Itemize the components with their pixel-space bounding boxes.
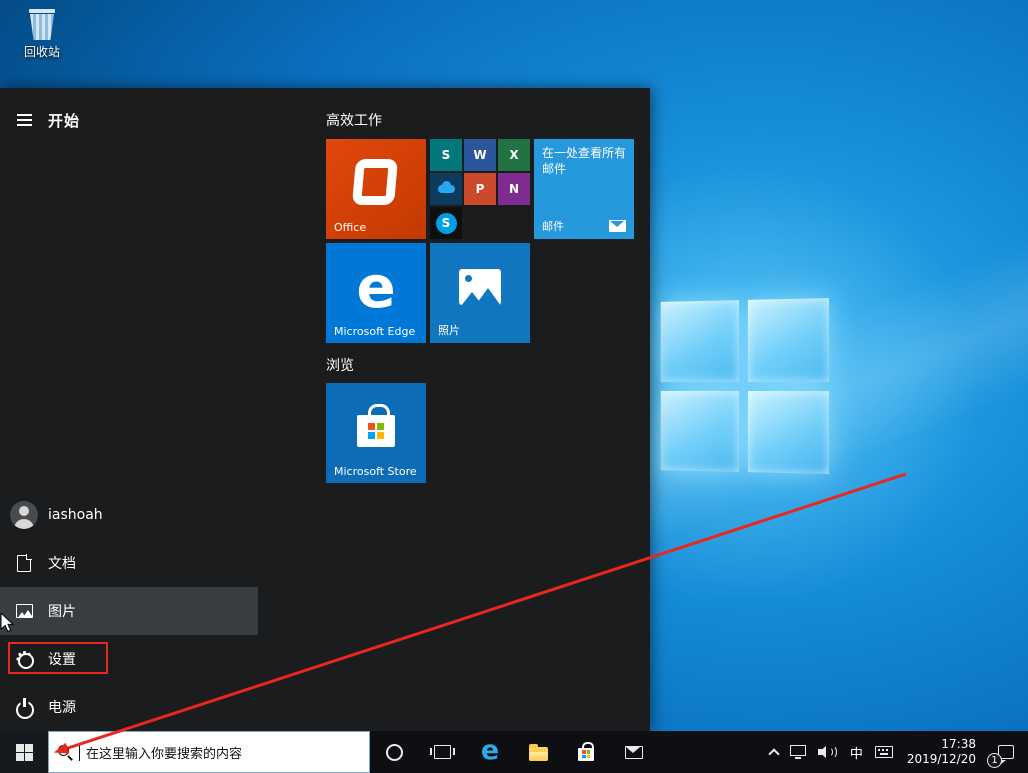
clock-time: 17:38 <box>941 737 976 752</box>
tile-office-label: Office <box>334 221 366 234</box>
tile-photos-label: 照片 <box>438 322 460 338</box>
photos-icon <box>459 269 501 305</box>
powerpoint-icon[interactable]: P <box>464 173 496 205</box>
tile-office-app-group: S W X P N S <box>430 139 530 239</box>
tray-show-hidden-icons[interactable] <box>764 731 784 773</box>
store-taskbar-button[interactable] <box>562 731 610 773</box>
cortana-button[interactable] <box>370 731 418 773</box>
windows-logo-pane <box>747 298 829 381</box>
recycle-bin-label: 回收站 <box>24 43 60 60</box>
windows-logo-pane <box>661 300 739 381</box>
hamburger-icon <box>17 114 32 126</box>
taskbar: 在这里输入你要搜索的内容 e 中 17:38 2019/12/20 1 <box>0 731 1028 773</box>
file-explorer-icon <box>529 747 548 761</box>
tile-store-label: Microsoft Store <box>334 465 417 478</box>
clock-date: 2019/12/20 <box>907 752 976 767</box>
user-account-button[interactable]: iashoah <box>0 491 258 539</box>
edge-icon: e <box>481 737 499 764</box>
tray-network[interactable] <box>784 731 812 773</box>
search-icon <box>58 745 73 760</box>
chevron-up-icon <box>768 748 779 759</box>
keyboard-icon <box>875 746 893 758</box>
file-explorer-button[interactable] <box>514 731 562 773</box>
tile-office[interactable]: Office <box>326 139 426 239</box>
rail-item-power-label: 电源 <box>48 697 76 717</box>
skype-ball-icon: S <box>436 213 457 234</box>
tile-photos[interactable]: 照片 <box>430 243 530 343</box>
office-icon <box>352 159 398 205</box>
word-icon[interactable]: W <box>464 139 496 171</box>
tile-group-title-productivity: 高效工作 <box>326 110 382 130</box>
search-placeholder: 在这里输入你要搜索的内容 <box>86 743 242 762</box>
empty-tile-slot <box>464 207 496 239</box>
network-icon <box>790 745 806 756</box>
store-icon <box>357 415 395 447</box>
power-icon <box>15 698 33 716</box>
rail-item-settings[interactable]: 设置 <box>0 635 258 683</box>
microsoft-flag-icon <box>368 423 384 439</box>
start-menu-expand-button[interactable]: 开始 <box>0 98 258 142</box>
start-menu-tiles: 高效工作 Office S W X P N S 在一处查看所有邮件 邮件 <box>326 88 650 731</box>
gear-icon <box>15 650 33 668</box>
rail-item-documents[interactable]: 文档 <box>0 539 258 587</box>
taskbar-search-box[interactable]: 在这里输入你要搜索的内容 <box>48 731 370 773</box>
mail-icon <box>625 746 643 759</box>
windows-logo-pane <box>661 390 739 471</box>
mail-tile-promo: 在一处查看所有邮件 <box>542 145 628 177</box>
mail-taskbar-button[interactable] <box>610 731 658 773</box>
system-tray: 中 17:38 2019/12/20 1 <box>764 731 1028 773</box>
mail-envelope-icon <box>609 220 626 232</box>
tray-volume[interactable] <box>812 731 844 773</box>
onenote-icon[interactable]: N <box>498 173 530 205</box>
user-name: iashoah <box>48 507 103 523</box>
task-view-icon <box>434 745 451 759</box>
onedrive-cloud-icon <box>438 185 455 193</box>
tile-store[interactable]: Microsoft Store <box>326 383 426 483</box>
rail-item-documents-label: 文档 <box>48 553 76 573</box>
windows-logo <box>661 298 829 474</box>
office-app-mini-grid: S W X P N S <box>430 139 530 239</box>
rail-item-settings-label: 设置 <box>48 649 76 669</box>
windows-start-icon <box>16 744 33 761</box>
volume-icon <box>818 744 838 760</box>
store-icon <box>578 748 594 761</box>
tile-mail[interactable]: 在一处查看所有邮件 邮件 <box>534 139 634 239</box>
recycle-bin-icon[interactable]: 回收站 <box>13 7 71 60</box>
tile-edge-label: Microsoft Edge <box>334 325 415 338</box>
ime-label: 中 <box>850 743 863 762</box>
action-center-button[interactable]: 1 <box>984 731 1028 773</box>
onedrive-icon[interactable] <box>430 173 462 205</box>
empty-tile-slot <box>498 207 530 239</box>
rail-item-pictures[interactable]: 图片 <box>0 587 258 635</box>
start-menu-rail-bottom: iashoah 文档 图片 设置 电源 <box>0 491 258 731</box>
sway-icon[interactable]: S <box>430 139 462 171</box>
tile-group-title-explore: 浏览 <box>326 355 354 375</box>
tile-mail-label: 邮件 <box>542 218 564 234</box>
start-header-label: 开始 <box>48 110 80 131</box>
notification-badge: 1 <box>987 753 1002 768</box>
cortana-icon <box>386 744 403 761</box>
start-menu-rail: 开始 iashoah 文档 图片 设置 <box>0 88 258 731</box>
start-menu: 开始 iashoah 文档 图片 设置 <box>0 88 650 731</box>
pictures-icon <box>16 604 33 618</box>
windows-logo-pane <box>747 391 829 474</box>
document-icon <box>17 555 31 572</box>
rail-item-pictures-label: 图片 <box>48 601 76 621</box>
edge-icon: e <box>356 258 395 316</box>
excel-icon[interactable]: X <box>498 139 530 171</box>
start-button[interactable] <box>0 731 48 773</box>
text-caret <box>79 744 80 761</box>
recycle-bin-glyph <box>27 7 57 41</box>
skype-icon[interactable]: S <box>430 207 462 239</box>
rail-item-power[interactable]: 电源 <box>0 683 258 731</box>
tray-touch-keyboard[interactable] <box>869 731 899 773</box>
task-view-button[interactable] <box>418 731 466 773</box>
tray-clock[interactable]: 17:38 2019/12/20 <box>899 737 984 767</box>
microsoft-flag-icon <box>582 750 590 758</box>
tile-edge[interactable]: e Microsoft Edge <box>326 243 426 343</box>
tray-ime-mode[interactable]: 中 <box>844 731 869 773</box>
edge-taskbar-button[interactable]: e <box>466 731 514 773</box>
user-avatar-icon <box>10 501 38 529</box>
